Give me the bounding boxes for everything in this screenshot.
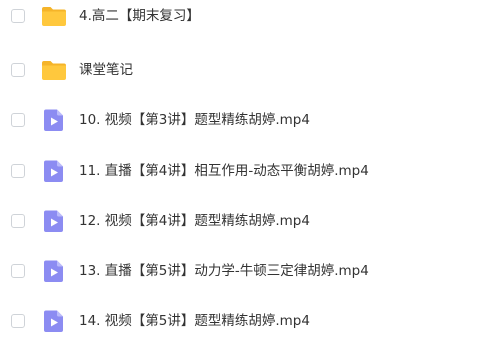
folder-body xyxy=(42,11,66,26)
file-name[interactable]: 12. 视频【第4讲】题型精练胡婷.mp4 xyxy=(79,212,310,230)
checkbox[interactable] xyxy=(11,63,25,77)
folder-icon xyxy=(41,3,67,29)
folder-icon xyxy=(41,57,67,83)
file-row-video-12[interactable]: 12. 视频【第4讲】题型精练胡婷.mp4 xyxy=(0,205,488,255)
checkbox[interactable] xyxy=(11,9,25,23)
file-name[interactable]: 课堂笔记 xyxy=(79,61,133,79)
file-row-folder-notes[interactable]: 课堂笔记 xyxy=(0,54,488,104)
file-row-video-13[interactable]: 13. 直播【第5讲】动力学-牛顿三定律胡婷.mp4 xyxy=(0,255,488,305)
file-list: 4.高二【期末复习】 课堂笔记 10. 视频【第3讲】题型精练胡婷.mp4 11… xyxy=(0,0,488,350)
folder-body xyxy=(42,65,66,80)
file-name[interactable]: 10. 视频【第3讲】题型精练胡婷.mp4 xyxy=(79,111,310,129)
video-file-fold xyxy=(57,260,63,267)
video-file-icon xyxy=(41,107,67,133)
video-file-icon xyxy=(41,308,67,334)
file-name[interactable]: 13. 直播【第5讲】动力学-牛顿三定律胡婷.mp4 xyxy=(79,262,369,280)
video-file-fold xyxy=(57,160,63,167)
video-file-icon xyxy=(41,158,67,184)
checkbox[interactable] xyxy=(11,314,25,328)
video-file-icon xyxy=(41,258,67,284)
file-row-video-10[interactable]: 10. 视频【第3讲】题型精练胡婷.mp4 xyxy=(0,104,488,154)
checkbox[interactable] xyxy=(11,214,25,228)
video-file-fold xyxy=(57,109,63,116)
file-name[interactable]: 14. 视频【第5讲】题型精练胡婷.mp4 xyxy=(79,312,310,330)
video-file-icon xyxy=(41,208,67,234)
file-row-folder-review[interactable]: 4.高二【期末复习】 xyxy=(0,0,488,50)
file-row-video-11[interactable]: 11. 直播【第4讲】相互作用-动态平衡胡婷.mp4 xyxy=(0,155,488,205)
checkbox[interactable] xyxy=(11,264,25,278)
video-file-fold xyxy=(57,210,63,217)
checkbox[interactable] xyxy=(11,164,25,178)
file-row-video-14[interactable]: 14. 视频【第5讲】题型精练胡婷.mp4 xyxy=(0,305,488,355)
checkbox[interactable] xyxy=(11,113,25,127)
file-name[interactable]: 4.高二【期末复习】 xyxy=(79,7,200,25)
video-file-fold xyxy=(57,310,63,317)
file-name[interactable]: 11. 直播【第4讲】相互作用-动态平衡胡婷.mp4 xyxy=(79,162,369,180)
